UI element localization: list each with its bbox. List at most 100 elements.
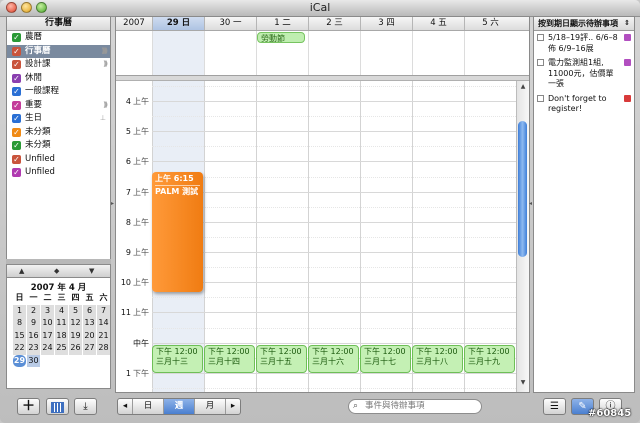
title-bar[interactable]: iCal xyxy=(0,0,640,17)
all-day-column[interactable] xyxy=(152,31,204,75)
calendar-item[interactable]: ✓ 休閒 xyxy=(7,72,110,86)
lunar-date-event[interactable]: 下午 12:00 三月十七 xyxy=(360,345,411,373)
mini-calendar-day[interactable]: 2 xyxy=(27,304,40,317)
mini-calendar-day[interactable]: 24 xyxy=(41,342,54,355)
mini-calendar-day[interactable]: 22 xyxy=(13,342,26,355)
mini-calendar-day[interactable]: 27 xyxy=(83,342,96,355)
show-todo-button[interactable]: ☰ xyxy=(543,398,566,415)
all-day-column[interactable] xyxy=(412,31,464,75)
todo-checkbox[interactable] xyxy=(537,94,544,102)
todo-item[interactable]: 5/18–19評.. 6/6–8佈 6/9–16展 xyxy=(534,31,634,56)
all-day-event[interactable]: 勞動節 xyxy=(257,32,305,43)
mini-calendar-day[interactable]: 3 xyxy=(41,304,54,317)
priority-icon[interactable] xyxy=(624,34,631,41)
lunar-date-event[interactable]: 下午 12:00 三月十六 xyxy=(308,345,359,373)
lunar-date-event[interactable]: 下午 12:00 三月十九 xyxy=(464,345,515,373)
calendar-checkbox[interactable]: ✓ xyxy=(12,73,21,83)
mini-calendar-day[interactable]: 26 xyxy=(69,342,82,355)
left-splitter-grip-icon[interactable]: ▸ xyxy=(111,200,114,207)
mini-calendar-day[interactable]: 25 xyxy=(55,342,68,355)
publish-button[interactable]: ⤓ xyxy=(74,398,97,415)
todo-item[interactable]: 電力監測組1組, 11000元，估價單一張 xyxy=(534,56,634,92)
scroll-thumb[interactable] xyxy=(518,121,527,257)
mini-calendar-day[interactable]: 8 xyxy=(13,317,26,330)
vertical-scrollbar[interactable]: ▲ ▼ xyxy=(516,81,529,392)
mini-calendar-day[interactable]: 19 xyxy=(69,329,82,342)
calendar-checkbox[interactable]: ✓ xyxy=(12,154,21,164)
mini-calendar-day[interactable]: 4 xyxy=(55,304,68,317)
priority-icon[interactable] xyxy=(624,94,631,102)
calendar-checkbox[interactable]: ✓ xyxy=(12,46,21,56)
right-splitter-grip-icon[interactable]: ◂ xyxy=(529,200,532,207)
day-header[interactable]: 29 日 xyxy=(152,17,204,30)
mini-calendar-day[interactable]: 21 xyxy=(97,329,110,342)
calendar-item[interactable]: ✓ 重要)))) xyxy=(7,99,110,113)
day-header[interactable]: 3 四 xyxy=(360,17,412,30)
today-diamond-icon[interactable]: ◆ xyxy=(54,265,59,277)
lunar-date-event[interactable]: 下午 12:00 三月十五 xyxy=(256,345,307,373)
mini-calendar-day[interactable]: 13 xyxy=(83,317,96,330)
todo-checkbox[interactable] xyxy=(537,34,544,41)
calendar-item[interactable]: ✓ 一般課程 xyxy=(7,85,110,99)
mini-calendar-day[interactable]: 1 xyxy=(13,304,26,317)
mini-calendar-day[interactable]: 7 xyxy=(97,304,110,317)
day-header[interactable]: 30 一 xyxy=(204,17,256,30)
mini-calendar-day[interactable]: 6 xyxy=(83,304,96,317)
prev-month-icon[interactable]: ▲ xyxy=(19,265,24,277)
scroll-down-icon[interactable]: ▼ xyxy=(518,379,528,386)
calendar-checkbox[interactable]: ✓ xyxy=(12,141,21,150)
mini-calendar-day[interactable]: 28 xyxy=(97,342,110,355)
mini-calendar-day[interactable]: 30 xyxy=(27,354,40,367)
calendar-item[interactable]: ✓ 生日 ⊥ xyxy=(7,112,110,126)
priority-icon[interactable] xyxy=(624,59,631,66)
mini-calendar-day[interactable]: 11 xyxy=(55,317,68,330)
calendar-checkbox[interactable]: ✓ xyxy=(12,33,21,42)
all-day-column[interactable] xyxy=(204,31,256,75)
todo-checkbox[interactable] xyxy=(537,59,544,66)
all-day-area[interactable] xyxy=(116,31,529,76)
event-palm-test[interactable]: 上午 6:15 PALM 測試 xyxy=(152,172,203,292)
day-header[interactable]: 4 五 xyxy=(412,17,464,30)
all-day-column[interactable] xyxy=(464,31,516,75)
day-header[interactable]: 5 六 xyxy=(464,17,516,30)
previous-period-button[interactable]: ◂ xyxy=(118,399,133,414)
mini-calendar-day[interactable]: 15 xyxy=(13,329,26,342)
calendar-checkbox[interactable]: ✓ xyxy=(12,168,21,177)
time-grid[interactable]: 4上午5上午6上午7上午8上午9上午10上午11上午中午1下午2下午下午 12:… xyxy=(116,81,516,392)
todo-item[interactable]: Don't forget to register! xyxy=(534,92,634,117)
mini-calendar-day[interactable]: 14 xyxy=(97,317,110,330)
week-view-button[interactable]: 週 xyxy=(164,399,195,414)
calendar-item[interactable]: ✓ Unfiled xyxy=(7,166,110,180)
calendar-checkbox[interactable]: ✓ xyxy=(12,87,21,96)
mini-calendar-day[interactable]: 17 xyxy=(41,329,54,342)
calendar-item[interactable]: ✓ 農曆 xyxy=(7,31,110,45)
calendar-item[interactable]: ✓ 未分類 xyxy=(7,139,110,153)
calendar-item[interactable]: ✓ Unfiled xyxy=(7,153,110,167)
day-view-button[interactable]: 日 xyxy=(133,399,164,414)
search-field[interactable]: ⌕ 事件與待辦事項 xyxy=(348,399,482,414)
todo-header[interactable]: 按到期日顯示待辦事項 ⇕ xyxy=(534,17,634,31)
lunar-date-event[interactable]: 下午 12:00 三月十八 xyxy=(412,345,463,373)
lunar-date-event[interactable]: 下午 12:00 三月十四 xyxy=(204,345,255,373)
calendar-checkbox[interactable]: ✓ xyxy=(12,114,21,123)
mini-calendar-day[interactable]: 20 xyxy=(83,329,96,342)
mini-calendar-day[interactable]: 5 xyxy=(69,304,82,317)
calendar-checkbox[interactable]: ✓ xyxy=(12,60,21,69)
next-period-button[interactable]: ▸ xyxy=(226,399,240,414)
month-view-button[interactable]: 月 xyxy=(195,399,226,414)
mini-calendar-day[interactable]: 29 xyxy=(13,354,26,367)
add-calendar-button[interactable]: ＋ xyxy=(17,398,40,415)
next-month-icon[interactable]: ▼ xyxy=(89,265,94,277)
all-day-column[interactable] xyxy=(360,31,412,75)
calendar-item[interactable]: ✓ 未分類 xyxy=(7,126,110,140)
calendar-checkbox[interactable]: ✓ xyxy=(12,100,21,110)
mini-calendar-day[interactable]: 18 xyxy=(55,329,68,342)
scroll-up-icon[interactable]: ▲ xyxy=(518,83,528,90)
day-header[interactable]: 1 二 xyxy=(256,17,308,30)
mini-calendar-day[interactable]: 9 xyxy=(27,317,40,330)
mini-calendar-day[interactable]: 23 xyxy=(27,342,40,355)
calendar-item[interactable]: ✓ 行事曆)))) xyxy=(7,44,110,58)
day-header[interactable]: 2 三 xyxy=(308,17,360,30)
mini-calendar-day[interactable]: 10 xyxy=(41,317,54,330)
calendar-item[interactable]: ✓ 設計課)))) xyxy=(7,58,110,72)
